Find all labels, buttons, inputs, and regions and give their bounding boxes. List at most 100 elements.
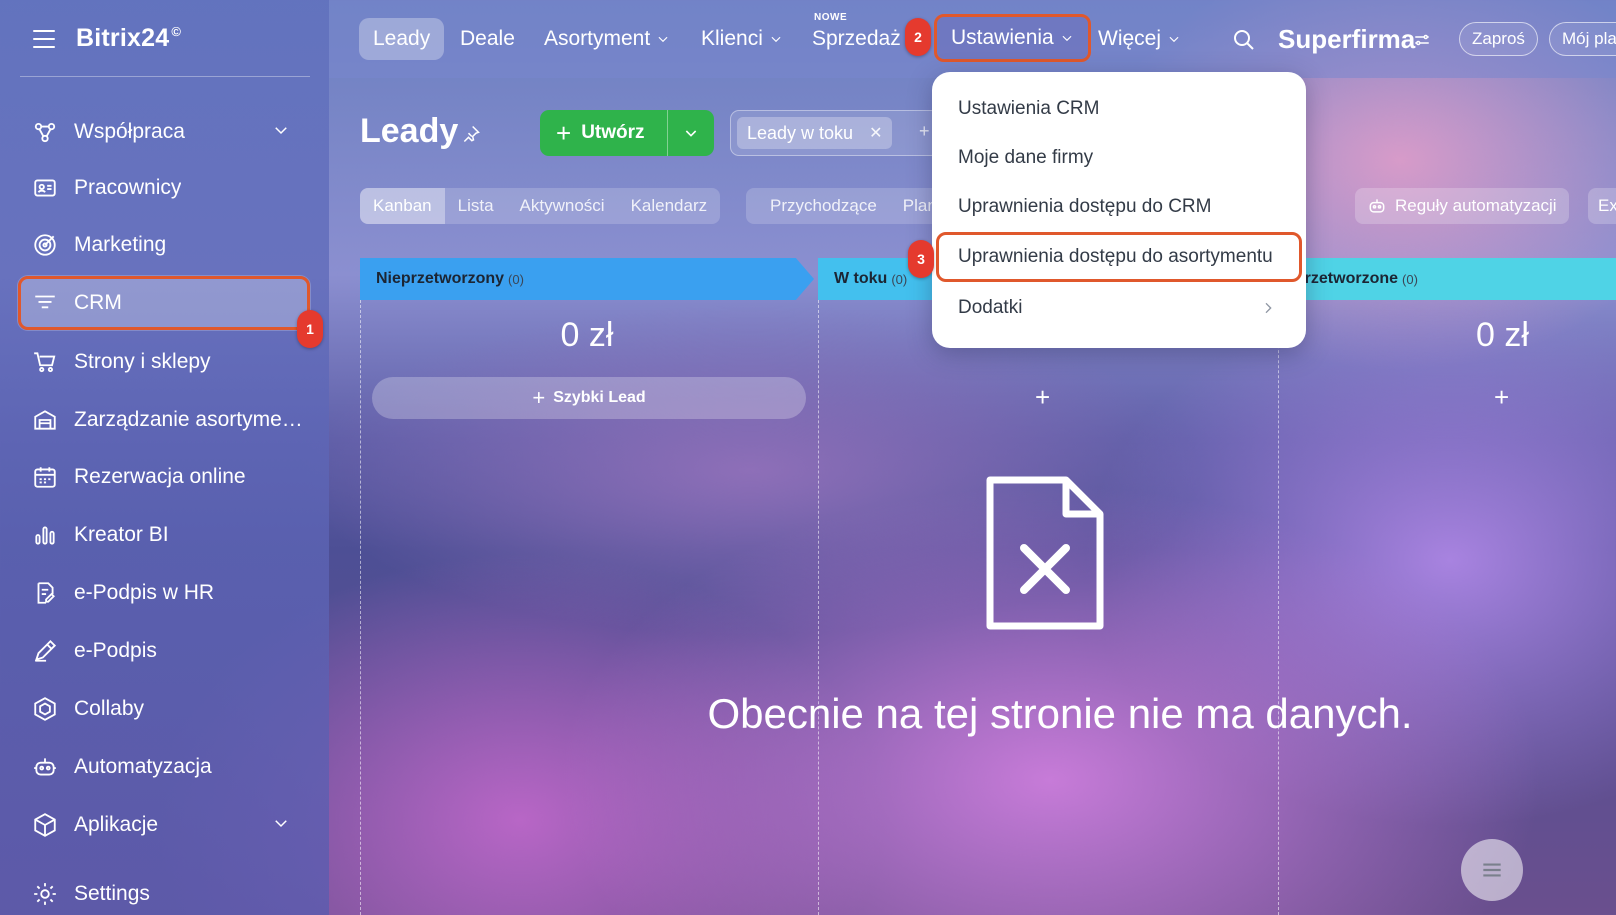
column-divider: [818, 300, 819, 915]
crm-funnel-icon: [30, 288, 60, 318]
sidebar-item-collaby[interactable]: Collaby: [24, 686, 312, 732]
automation-rules-button[interactable]: Reguły automatyzacji: [1355, 188, 1569, 224]
sidebar-item-aplikacje[interactable]: Aplikacje: [24, 802, 312, 848]
sidebar-item-label: Zarządzanie asortymen...: [74, 408, 304, 431]
add-item-icon[interactable]: +: [1494, 382, 1509, 413]
add-item-icon[interactable]: +: [1035, 382, 1050, 413]
tab-wiecej[interactable]: Więcej: [1084, 18, 1195, 60]
my-plan-button[interactable]: Mój plan: [1549, 22, 1616, 56]
company-settings-icon[interactable]: [1413, 31, 1431, 54]
warehouse-icon: [30, 405, 60, 435]
chevron-down-icon: [1169, 36, 1179, 43]
chevron-down-icon[interactable]: [272, 121, 290, 144]
menu-item-ustawienia-crm[interactable]: Ustawienia CRM: [932, 86, 1306, 132]
tab-sprzedaz[interactable]: Sprzedaż: [798, 18, 915, 60]
tab-klienci[interactable]: Klienci: [687, 18, 797, 60]
menu-item-dodatki[interactable]: Dodatki: [932, 285, 1306, 331]
sidebar-item-kreator-bi[interactable]: Kreator BI: [24, 512, 312, 558]
company-name[interactable]: Superfirma: [1278, 24, 1415, 55]
sidebar-item-label: Aplikacje: [74, 813, 159, 836]
create-button[interactable]: + Utwórz: [540, 110, 714, 156]
marketing-icon: [30, 230, 60, 260]
cube-icon: [30, 810, 60, 840]
chevron-down-icon: [685, 130, 697, 137]
gear-icon: [30, 879, 60, 909]
view-aktywnosci[interactable]: Aktywności: [507, 188, 618, 224]
filter-search-box[interactable]: Leady w toku ✕ +: [730, 110, 940, 156]
view-lista[interactable]: Lista: [445, 188, 507, 224]
add-filter-icon[interactable]: +: [919, 121, 930, 142]
chevron-down-icon[interactable]: [272, 814, 290, 837]
employees-icon: [30, 173, 60, 203]
column-header-przetworzone[interactable]: Przetworzone (0): [1278, 258, 1616, 300]
sidebar-item-label: e-Podpis: [74, 639, 157, 662]
column-divider: [360, 300, 361, 915]
plus-icon: +: [556, 118, 572, 148]
chevron-down-icon: [771, 36, 781, 43]
quick-lead-button[interactable]: + Szybki Lead: [372, 377, 806, 419]
chevron-down-icon: [658, 36, 668, 43]
sidebar-item-label: Automatyzacja: [74, 755, 212, 778]
sidebar-item-e-podpis[interactable]: e-Podpis: [24, 628, 312, 674]
page-title: Leady: [360, 112, 459, 150]
create-button-main[interactable]: + Utwórz: [540, 110, 668, 156]
view-switcher: Kanban Lista Aktywności Kalendarz: [360, 188, 721, 224]
list-icon: [1483, 863, 1501, 877]
menu-item-moje-dane-firmy[interactable]: Moje dane firmy: [932, 135, 1306, 181]
sidebar-item-crm[interactable]: CRM: [18, 276, 310, 330]
column-divider: [1278, 300, 1279, 915]
app-logo[interactable]: Bitrix24 ©: [76, 24, 181, 53]
column-header-nieprzetworzony[interactable]: Nieprzetworzony (0): [360, 258, 814, 300]
direction-przychodzace[interactable]: Przychodzące: [746, 188, 890, 224]
collaboration-icon: [30, 117, 60, 147]
sidebar: Bitrix24 © Współpraca Pracownicy Marketin…: [0, 0, 329, 915]
sidebar-item-label: Współpraca: [74, 120, 185, 143]
sidebar-item-zarzadzanie-asortymentem[interactable]: Zarządzanie asortymen...: [24, 397, 312, 443]
plus-icon: +: [532, 385, 546, 410]
sidebar-item-label: Rezerwacja online: [74, 465, 246, 488]
hamburger-menu-icon[interactable]: [33, 30, 55, 48]
sidebar-item-marketing[interactable]: Marketing: [24, 222, 312, 268]
empty-state-message: Obecnie na tej stronie nie ma danych.: [707, 690, 1413, 737]
direction-switcher: Przychodzące Planowane: [746, 188, 942, 224]
menu-item-uprawnienia-asortymentu[interactable]: Uprawnienia dostępu do asortymentu: [936, 232, 1302, 282]
settings-dropdown-menu: Ustawienia CRM Moje dane firmy Uprawnien…: [932, 72, 1306, 348]
sidebar-item-label: Pracownicy: [74, 176, 182, 199]
menu-item-uprawnienia-crm[interactable]: Uprawnienia dostępu do CRM: [932, 184, 1306, 230]
robot-icon: [1369, 199, 1385, 213]
search-icon[interactable]: [1232, 28, 1256, 52]
sidebar-item-wspolpraca[interactable]: Współpraca: [24, 109, 312, 155]
sidebar-item-label: CRM: [74, 291, 122, 314]
sidebar-item-strony-i-sklepy[interactable]: Strony i sklepy: [24, 339, 312, 385]
column-sum: 0 zł: [1476, 316, 1529, 354]
extra-button[interactable]: Ex: [1588, 188, 1616, 224]
tab-ustawienia[interactable]: Ustawienia: [934, 14, 1091, 62]
sidebar-item-label: e-Podpis w HR: [74, 581, 215, 604]
cart-icon: [30, 347, 60, 377]
view-kanban[interactable]: Kanban: [360, 188, 445, 224]
logo-mark: ©: [171, 24, 182, 39]
tab-asortyment[interactable]: Asortyment: [530, 18, 684, 60]
bar-chart-icon: [30, 520, 60, 550]
view-kalendarz[interactable]: Kalendarz: [618, 188, 721, 224]
sidebar-divider: [20, 76, 310, 77]
chevron-down-icon: [1062, 35, 1072, 42]
create-dropdown-button[interactable]: [668, 125, 714, 141]
sidebar-item-label: Settings: [74, 882, 150, 905]
feed-button[interactable]: [1461, 839, 1523, 901]
close-icon[interactable]: ✕: [869, 123, 882, 143]
tab-deale[interactable]: Deale: [446, 18, 529, 60]
tab-leady[interactable]: Leady: [359, 18, 445, 60]
sidebar-item-label: Marketing: [74, 233, 167, 256]
sidebar-item-label: Kreator BI: [74, 523, 169, 546]
sidebar-item-automatyzacja[interactable]: Automatyzacja: [24, 744, 312, 790]
invite-button[interactable]: Zaproś: [1459, 22, 1538, 56]
step-badge-2: 2: [905, 18, 931, 56]
sidebar-item-rezerwacja-online[interactable]: Rezerwacja online: [24, 454, 312, 500]
sidebar-item-settings[interactable]: Settings: [24, 871, 312, 915]
empty-document-icon: [986, 476, 1104, 630]
sidebar-item-e-podpis-w-hr[interactable]: e-Podpis w HR: [24, 570, 312, 616]
sidebar-item-pracownicy[interactable]: Pracownicy: [24, 165, 312, 211]
pin-icon[interactable]: [461, 124, 481, 149]
filter-chip[interactable]: Leady w toku ✕: [737, 117, 893, 149]
